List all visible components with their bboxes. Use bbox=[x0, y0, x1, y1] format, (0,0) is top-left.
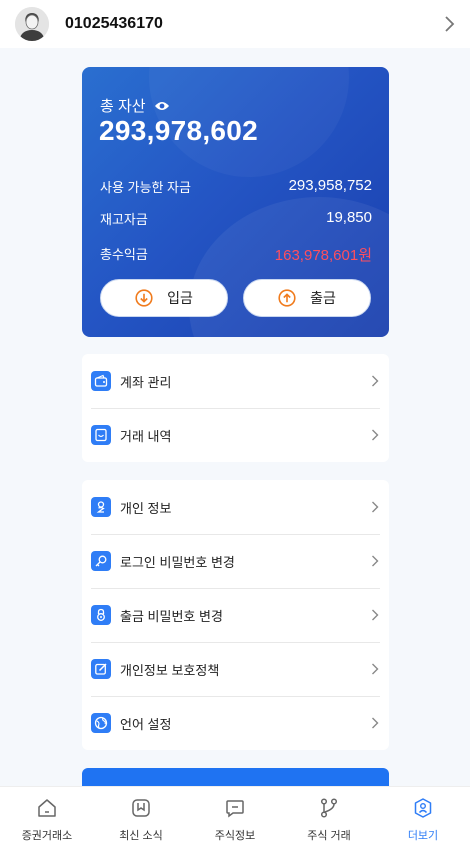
account-menu: 계좌 관리 거래 내역 bbox=[82, 354, 389, 462]
arrow-down-circle-icon bbox=[135, 289, 153, 307]
available-funds-value: 293,958,752 bbox=[288, 177, 372, 194]
stock-funds-value: 19,850 bbox=[326, 209, 372, 226]
asset-title-label: 총 자산 bbox=[100, 98, 146, 115]
tab-label: 더보기 bbox=[407, 830, 439, 841]
menu-item-language[interactable]: 언어 설정 bbox=[82, 696, 389, 750]
available-funds-label: 사용 가능한 자금 bbox=[100, 180, 191, 195]
total-profit-label: 총수익금 bbox=[100, 247, 148, 262]
menu-item-label: 거래 내역 bbox=[120, 428, 172, 444]
chevron-right-icon bbox=[371, 555, 379, 567]
menu-item-label: 출금 비밀번호 변경 bbox=[120, 608, 223, 624]
tab-more[interactable]: 더보기 bbox=[376, 787, 470, 841]
available-funds-row: 사용 가능한 자금 293,958,752 bbox=[100, 177, 372, 196]
menu-item-label: 개인정보 보호정책 bbox=[120, 662, 220, 678]
chevron-right-icon bbox=[371, 609, 379, 621]
tab-news[interactable]: 최신 소식 bbox=[94, 787, 188, 841]
tab-stock-trade[interactable]: 주식 거래 bbox=[282, 787, 376, 841]
menu-item-label: 계좌 관리 bbox=[120, 374, 172, 390]
user-avatar-icon bbox=[15, 7, 49, 41]
chevron-right-icon bbox=[371, 501, 379, 513]
profile-icon bbox=[412, 797, 434, 824]
chevron-right-icon[interactable] bbox=[443, 16, 455, 32]
username: 01025436170 bbox=[65, 15, 163, 32]
asset-title: 총 자산 bbox=[100, 95, 170, 116]
person-icon bbox=[91, 497, 111, 517]
menu-item-label: 개인 정보 bbox=[120, 500, 172, 516]
menu-item-label: 언어 설정 bbox=[120, 716, 172, 732]
menu-item-account-management[interactable]: 계좌 관리 bbox=[82, 354, 389, 408]
edit-icon bbox=[91, 659, 111, 679]
total-profit-value: 163,978,601원 bbox=[274, 247, 372, 264]
tab-label: 주식정보 bbox=[214, 830, 256, 841]
lock-icon bbox=[91, 605, 111, 625]
settings-menu: 개인 정보 로그인 비밀번호 변경 출금 비밀번호 변경 개인정보 보호정책 언… bbox=[82, 480, 389, 750]
menu-item-login-password[interactable]: 로그인 비밀번호 변경 bbox=[82, 534, 389, 588]
chevron-right-icon bbox=[371, 663, 379, 675]
arrow-up-circle-icon bbox=[278, 289, 296, 307]
deposit-button[interactable]: 입금 bbox=[100, 279, 228, 317]
total-profit-row: 총수익금 163,978,601원 bbox=[100, 244, 372, 265]
bottom-tab-bar: 증권거래소 최신 소식 주식정보 주식 거래 더보기 bbox=[0, 786, 470, 841]
total-asset-value: 293,978,602 bbox=[99, 115, 259, 146]
home-icon bbox=[36, 797, 58, 824]
stock-funds-label: 재고자금 bbox=[100, 212, 148, 227]
deposit-label: 입금 bbox=[167, 290, 193, 306]
key-icon bbox=[91, 551, 111, 571]
menu-item-withdraw-password[interactable]: 출금 비밀번호 변경 bbox=[82, 588, 389, 642]
tab-label: 증권거래소 bbox=[21, 830, 73, 841]
stock-funds-row: 재고자금 19,850 bbox=[100, 209, 372, 228]
menu-item-personal-info[interactable]: 개인 정보 bbox=[82, 480, 389, 534]
tab-exchange[interactable]: 증권거래소 bbox=[0, 787, 94, 841]
tab-stock-info[interactable]: 주식정보 bbox=[188, 787, 282, 841]
bookmark-icon bbox=[130, 797, 152, 824]
branch-icon bbox=[318, 797, 340, 824]
chevron-right-icon bbox=[371, 429, 379, 441]
receipt-icon bbox=[91, 425, 111, 445]
profile-header[interactable]: 01025436170 bbox=[0, 0, 470, 48]
withdraw-label: 출금 bbox=[310, 290, 336, 306]
menu-item-privacy-policy[interactable]: 개인정보 보호정책 bbox=[82, 642, 389, 696]
withdraw-button[interactable]: 출금 bbox=[243, 279, 371, 317]
tab-label: 주식 거래 bbox=[307, 830, 351, 841]
tab-label: 최신 소식 bbox=[119, 830, 163, 841]
chevron-right-icon bbox=[371, 717, 379, 729]
chevron-right-icon bbox=[371, 375, 379, 387]
menu-item-transaction-history[interactable]: 거래 내역 bbox=[82, 408, 389, 462]
menu-item-label: 로그인 비밀번호 변경 bbox=[120, 554, 235, 570]
asset-card: 총 자산 293,978,602 사용 가능한 자금 293,958,752 재… bbox=[82, 67, 389, 337]
eye-icon[interactable] bbox=[154, 100, 170, 112]
message-icon bbox=[224, 797, 246, 824]
wallet-icon bbox=[91, 371, 111, 391]
globe-icon bbox=[91, 713, 111, 733]
